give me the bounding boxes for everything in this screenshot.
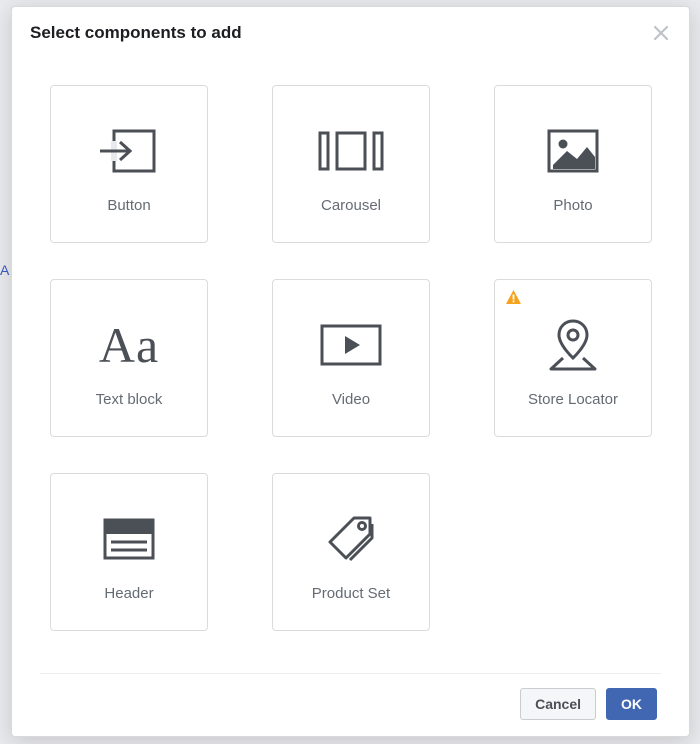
card-label: Button	[107, 197, 150, 214]
header-icon	[93, 503, 165, 575]
pin-icon	[537, 309, 609, 381]
card-label: Store Locator	[528, 391, 618, 408]
component-picker-modal: Select components to add Button	[11, 6, 690, 737]
carousel-icon	[315, 115, 387, 187]
modal-body: Button Carousel	[12, 57, 689, 673]
card-label: Product Set	[312, 585, 390, 602]
card-label: Header	[104, 585, 153, 602]
card-label: Carousel	[321, 197, 381, 214]
card-label: Photo	[553, 197, 592, 214]
card-label: Video	[332, 391, 370, 408]
cancel-button[interactable]: Cancel	[520, 688, 596, 720]
ok-button[interactable]: OK	[606, 688, 657, 720]
modal-title: Select components to add	[30, 23, 242, 43]
component-grid: Button Carousel	[50, 85, 651, 631]
card-video[interactable]: Video	[272, 279, 430, 437]
card-carousel[interactable]: Carousel	[272, 85, 430, 243]
card-label: Text block	[96, 391, 163, 408]
modal-footer: Cancel OK	[40, 673, 661, 736]
backdrop-link-hint: A	[0, 262, 9, 278]
card-button[interactable]: Button	[50, 85, 208, 243]
photo-icon	[537, 115, 609, 187]
tag-icon	[315, 503, 387, 575]
card-text-block[interactable]: Aa Text block	[50, 279, 208, 437]
card-photo[interactable]: Photo	[494, 85, 652, 243]
text-aa-icon: Aa	[93, 309, 165, 381]
close-icon[interactable]	[651, 23, 671, 43]
video-icon	[315, 309, 387, 381]
warning-icon	[505, 289, 522, 305]
card-header[interactable]: Header	[50, 473, 208, 631]
card-product-set[interactable]: Product Set	[272, 473, 430, 631]
button-enter-icon	[93, 115, 165, 187]
card-store-locator[interactable]: Store Locator	[494, 279, 652, 437]
modal-header: Select components to add	[12, 7, 689, 57]
